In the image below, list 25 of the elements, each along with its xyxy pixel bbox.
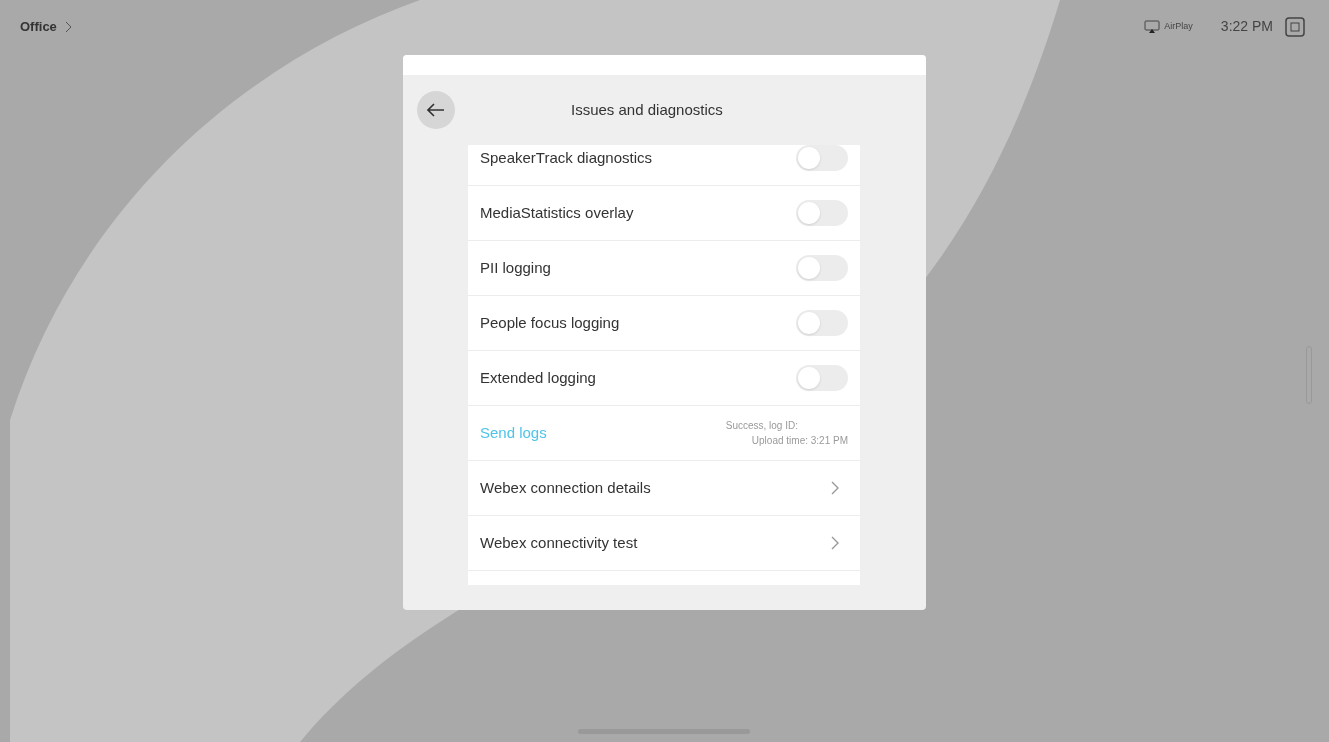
setting-label: PII logging [480,257,551,278]
back-button[interactable] [417,91,455,129]
chevron-right-icon [830,480,840,496]
location-label[interactable]: Office [20,16,57,37]
settings-link-row[interactable]: Webex connection details [468,461,860,516]
setting-label: People focus logging [480,312,620,333]
back-arrow-icon [427,103,445,117]
upload-status-text: Success, log ID: [725,419,798,433]
panel-title: Issues and diagnostics [571,99,723,120]
chevron-right-icon [64,20,72,33]
toggle-switch[interactable] [796,255,848,281]
chevron-right-icon [830,535,840,551]
setting-label: MediaStatistics overlay [480,202,634,223]
settings-link-row[interactable]: Webex connectivity test [468,516,860,571]
upload-status-text: Upload time: 3:21 PM [751,434,848,448]
airplay-label: AirPlay [1164,19,1193,33]
setting-label: SpeakerTrack diagnostics [480,147,653,168]
toggle-switch[interactable] [796,145,848,171]
toggle-switch[interactable] [796,200,848,226]
airplay-icon[interactable] [1144,19,1161,34]
screen-icon[interactable] [1285,16,1305,37]
clock-time: 3:22 PM [1220,17,1273,36]
toggle-switch[interactable] [796,365,848,391]
toggle-switch[interactable] [796,310,848,336]
setting-label: Extended logging [480,367,596,388]
